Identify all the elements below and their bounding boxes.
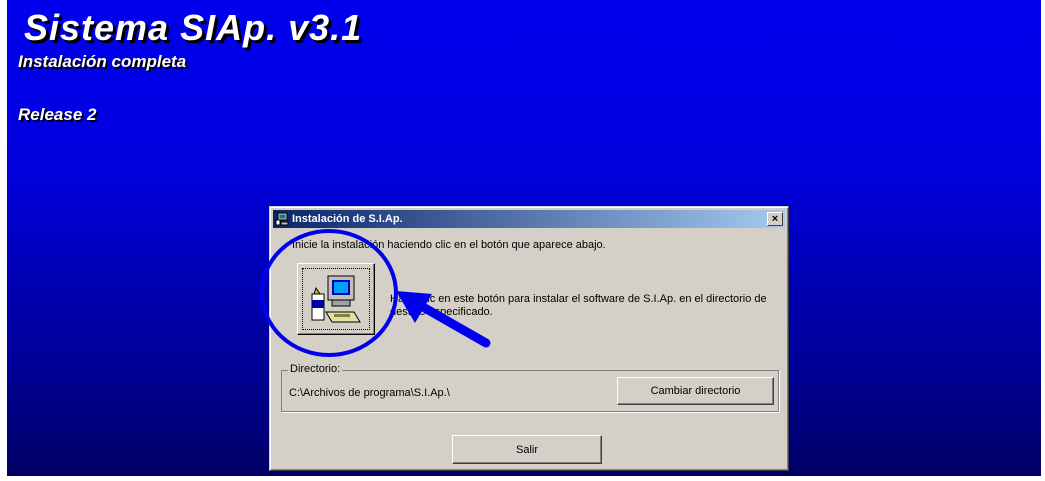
instruction-text: Inicie la instalación haciendo clic en e… <box>292 239 606 251</box>
change-directory-button[interactable]: Cambiar directorio <box>617 377 774 405</box>
install-button[interactable] <box>297 263 375 335</box>
computer-install-icon <box>311 275 361 323</box>
app-title: Sistema SIAp. v3.1 <box>24 7 363 48</box>
dialog-title: Instalación de S.I.Ap. <box>292 213 403 225</box>
directory-path: C:\Archivos de programa\S.I.Ap.\ <box>289 387 450 399</box>
setup-dialog: Instalación de S.I.Ap. × Inicie la insta… <box>269 206 789 471</box>
change-directory-label: Cambiar directorio <box>650 385 741 397</box>
release-label: Release 2 <box>18 105 97 124</box>
install-description: Haga clic en este botón para instalar el… <box>390 293 767 318</box>
setup-app-icon <box>275 212 289 226</box>
close-icon: × <box>771 212 779 225</box>
close-button[interactable]: × <box>767 212 783 226</box>
app-subtitle: Instalación completa <box>18 52 187 71</box>
dialog-titlebar[interactable]: Instalación de S.I.Ap. × <box>273 210 785 228</box>
exit-label: Salir <box>515 443 538 456</box>
exit-button[interactable]: Salir <box>452 435 602 464</box>
directory-label: Directorio: <box>288 363 343 375</box>
